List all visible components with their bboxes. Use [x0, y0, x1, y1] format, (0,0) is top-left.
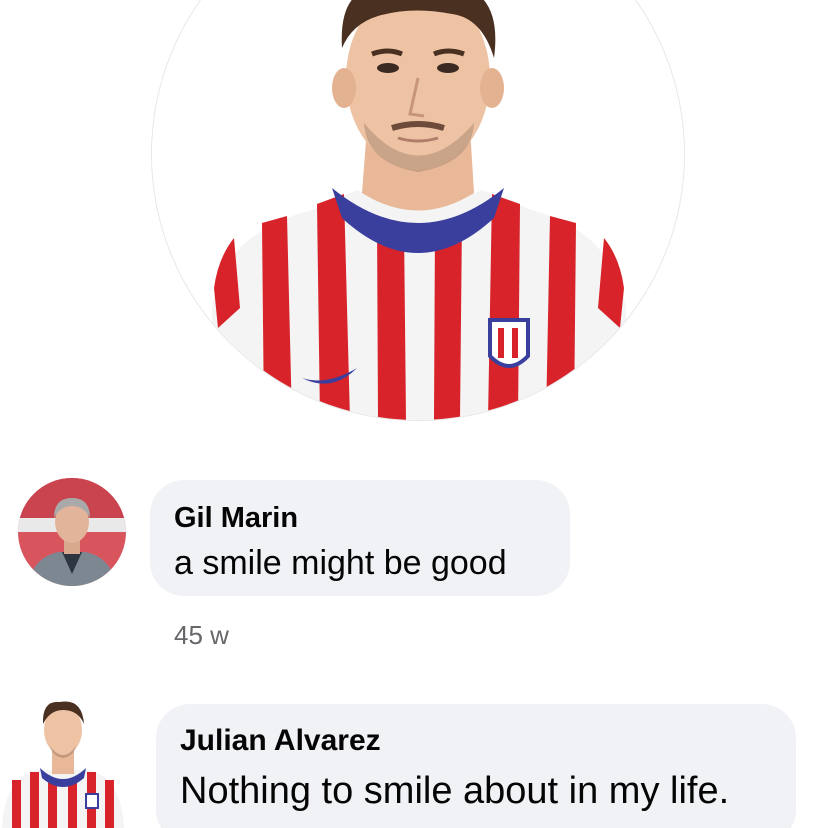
comment-bubble[interactable]: Gil Marin a smile might be good: [150, 480, 570, 596]
comment-bubble[interactable]: Julian Alvarez Nothing to smile about in…: [156, 704, 796, 828]
avatar-gil-marin[interactable]: [18, 478, 126, 586]
older-man-avatar-image: [18, 478, 126, 586]
footballer-avatar-image: [2, 701, 124, 828]
comment-thread-screen: Gil Marin a smile might be good 45 w Jul…: [0, 0, 828, 828]
comment-text: a smile might be good: [174, 544, 507, 582]
profile-photo[interactable]: [152, 0, 684, 420]
comment-author[interactable]: Julian Alvarez: [180, 724, 381, 758]
avatar-julian-alvarez[interactable]: [0, 684, 126, 828]
comment-timestamp[interactable]: 45 w: [174, 620, 229, 651]
comment-author[interactable]: Gil Marin: [174, 502, 298, 535]
player-portrait-image: [152, 0, 684, 420]
comment-text: Nothing to smile about in my life.: [180, 770, 730, 812]
